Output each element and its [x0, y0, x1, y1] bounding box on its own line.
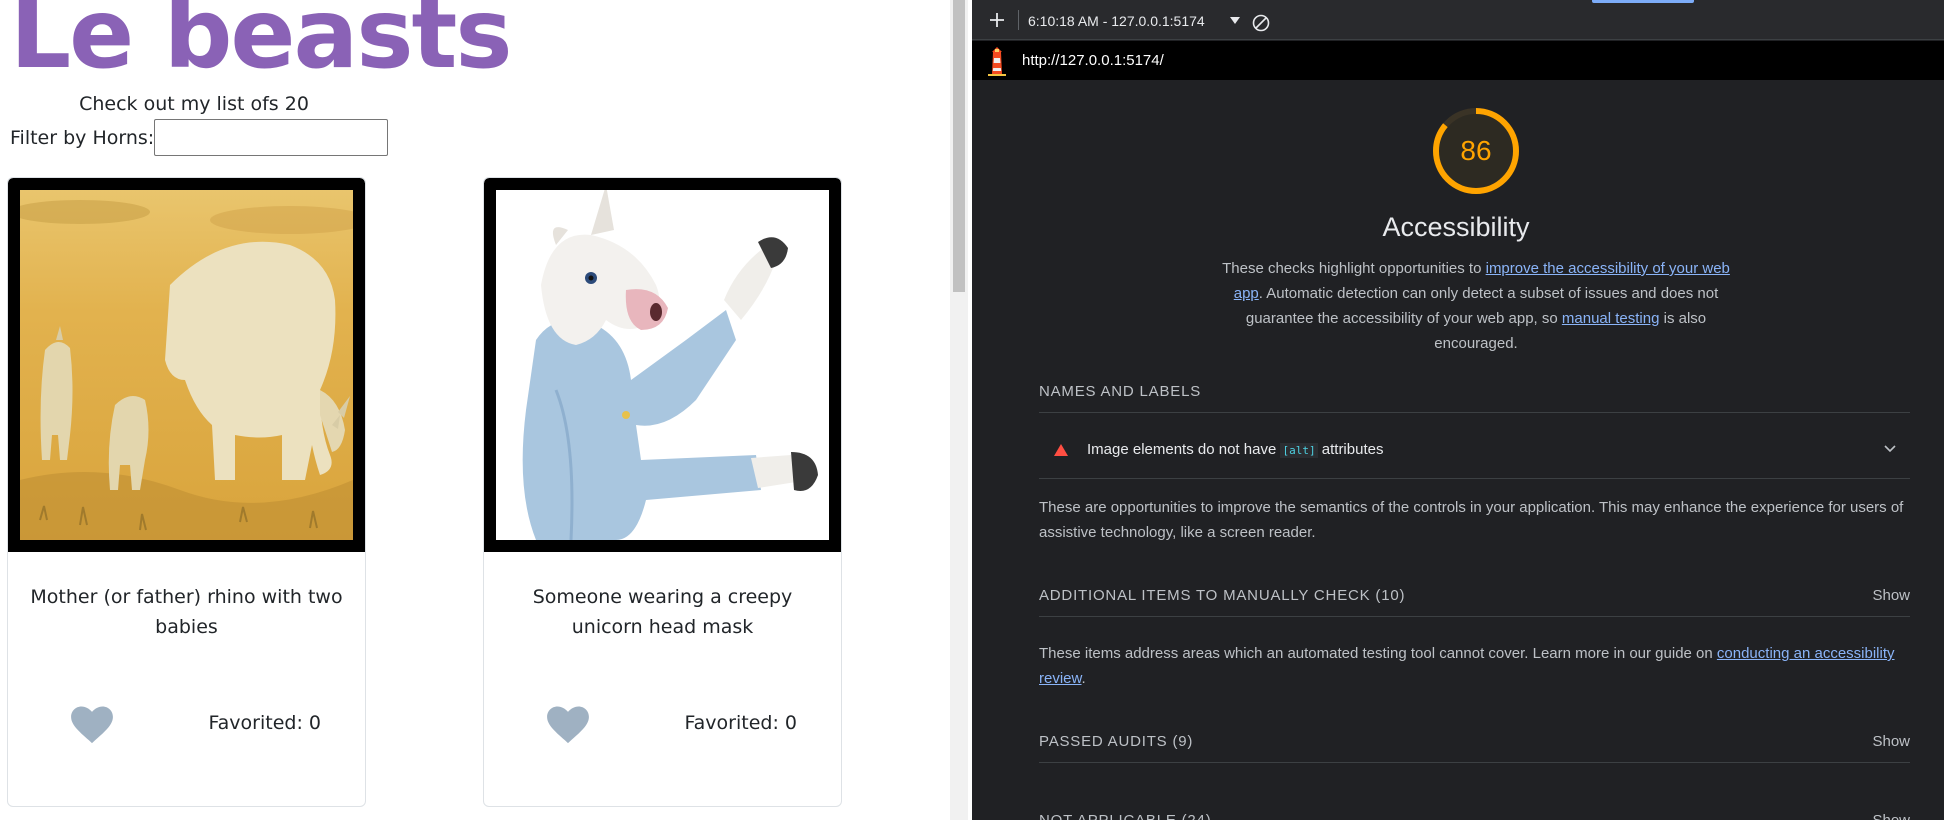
show-button[interactable]: Show	[1872, 587, 1910, 604]
heart-icon[interactable]	[546, 705, 590, 745]
heart-icon[interactable]	[70, 705, 114, 745]
report-url-bar: http://127.0.0.1:5174/	[972, 41, 1944, 80]
toolbar-separator	[1018, 10, 1019, 30]
page-scrollbar[interactable]	[950, 0, 968, 820]
group-description: These items address areas which an autom…	[1039, 641, 1910, 691]
lighthouse-panel: 6:10:18 AM - 127.0.0.1:5174 http://127.0…	[968, 0, 1944, 820]
group-title: ADDITIONAL ITEMS TO MANUALLY CHECK (10)	[1039, 587, 1406, 604]
filter-horns-input[interactable]	[154, 119, 389, 156]
app-viewport: Le beasts Check out my list ofs 20 Filte…	[0, 0, 950, 820]
subtitle: Check out my list ofs 20	[79, 93, 309, 115]
card-caption: Someone wearing a creepy unicorn head ma…	[532, 586, 793, 638]
fail-triangle-icon	[1054, 444, 1068, 456]
card-caption: Mother (or father) rhino with two babies	[30, 586, 343, 638]
audit-code: [alt]	[1280, 443, 1318, 458]
description-text: .	[1081, 670, 1086, 687]
audit-title-text: Image elements do not have	[1087, 441, 1281, 458]
group-title: NAMES AND LABELS	[1039, 383, 1202, 400]
card-image-frame	[8, 178, 365, 552]
description-text: These items address areas which an autom…	[1039, 645, 1717, 662]
description-text: These checks highlight opportunities to	[1222, 260, 1486, 277]
plus-icon[interactable]	[988, 11, 1006, 29]
chevron-down-icon[interactable]	[1884, 445, 1896, 453]
favorited-count: Favorited: 0	[208, 712, 321, 734]
beast-card: Someone wearing a creepy unicorn head ma…	[483, 177, 842, 807]
clear-icon[interactable]	[1252, 14, 1270, 32]
audit-title-text: attributes	[1317, 441, 1384, 458]
manual-testing-link[interactable]: manual testing	[1562, 310, 1660, 327]
audit-title: Image elements do not have [alt] attribu…	[1087, 441, 1383, 458]
show-button[interactable]: Show	[1872, 812, 1910, 820]
category-title: Accessibility	[1382, 212, 1530, 242]
beast-card: Mother (or father) rhino with two babies…	[7, 177, 366, 807]
report-select[interactable]: 6:10:18 AM - 127.0.0.1:5174	[1028, 13, 1205, 29]
filter-label: Filter by Horns:	[10, 126, 155, 149]
group-manual-checks[interactable]: ADDITIONAL ITEMS TO MANUALLY CHECK (10) …	[1039, 587, 1910, 617]
group-passed-audits[interactable]: PASSED AUDITS (9) Show	[1039, 733, 1910, 763]
scrollbar-thumb[interactable]	[953, 0, 965, 292]
lighthouse-icon	[988, 47, 1006, 76]
score-value: 86	[1460, 135, 1492, 166]
active-tab-indicator	[1592, 0, 1694, 3]
audit-image-alt[interactable]: Image elements do not have [alt] attribu…	[1039, 421, 1910, 479]
filter-row: Filter by Horns:	[10, 119, 389, 156]
lighthouse-toolbar: 6:10:18 AM - 127.0.0.1:5174	[972, 0, 1944, 40]
group-names-and-labels: NAMES AND LABELS	[1039, 383, 1910, 413]
category-description: These checks highlight opportunities to …	[1222, 256, 1730, 356]
group-title: NOT APPLICABLE (24)	[1039, 812, 1212, 820]
report-url[interactable]: http://127.0.0.1:5174/	[1022, 52, 1164, 69]
show-button[interactable]: Show	[1872, 733, 1910, 750]
panel-divider[interactable]	[968, 0, 972, 820]
group-title: PASSED AUDITS (9)	[1039, 733, 1194, 750]
group-description: These are opportunities to improve the s…	[1039, 499, 1904, 541]
favorited-count: Favorited: 0	[684, 712, 797, 734]
group-not-applicable[interactable]: NOT APPLICABLE (24) Show	[1039, 812, 1910, 820]
caret-down-icon[interactable]	[1230, 17, 1240, 25]
rhino-image[interactable]	[20, 190, 353, 540]
card-image-frame	[484, 178, 841, 552]
page-title: Le beasts	[10, 0, 512, 90]
unicorn-mask-image[interactable]	[496, 190, 829, 540]
panel-scrollbar[interactable]	[1936, 80, 1944, 820]
